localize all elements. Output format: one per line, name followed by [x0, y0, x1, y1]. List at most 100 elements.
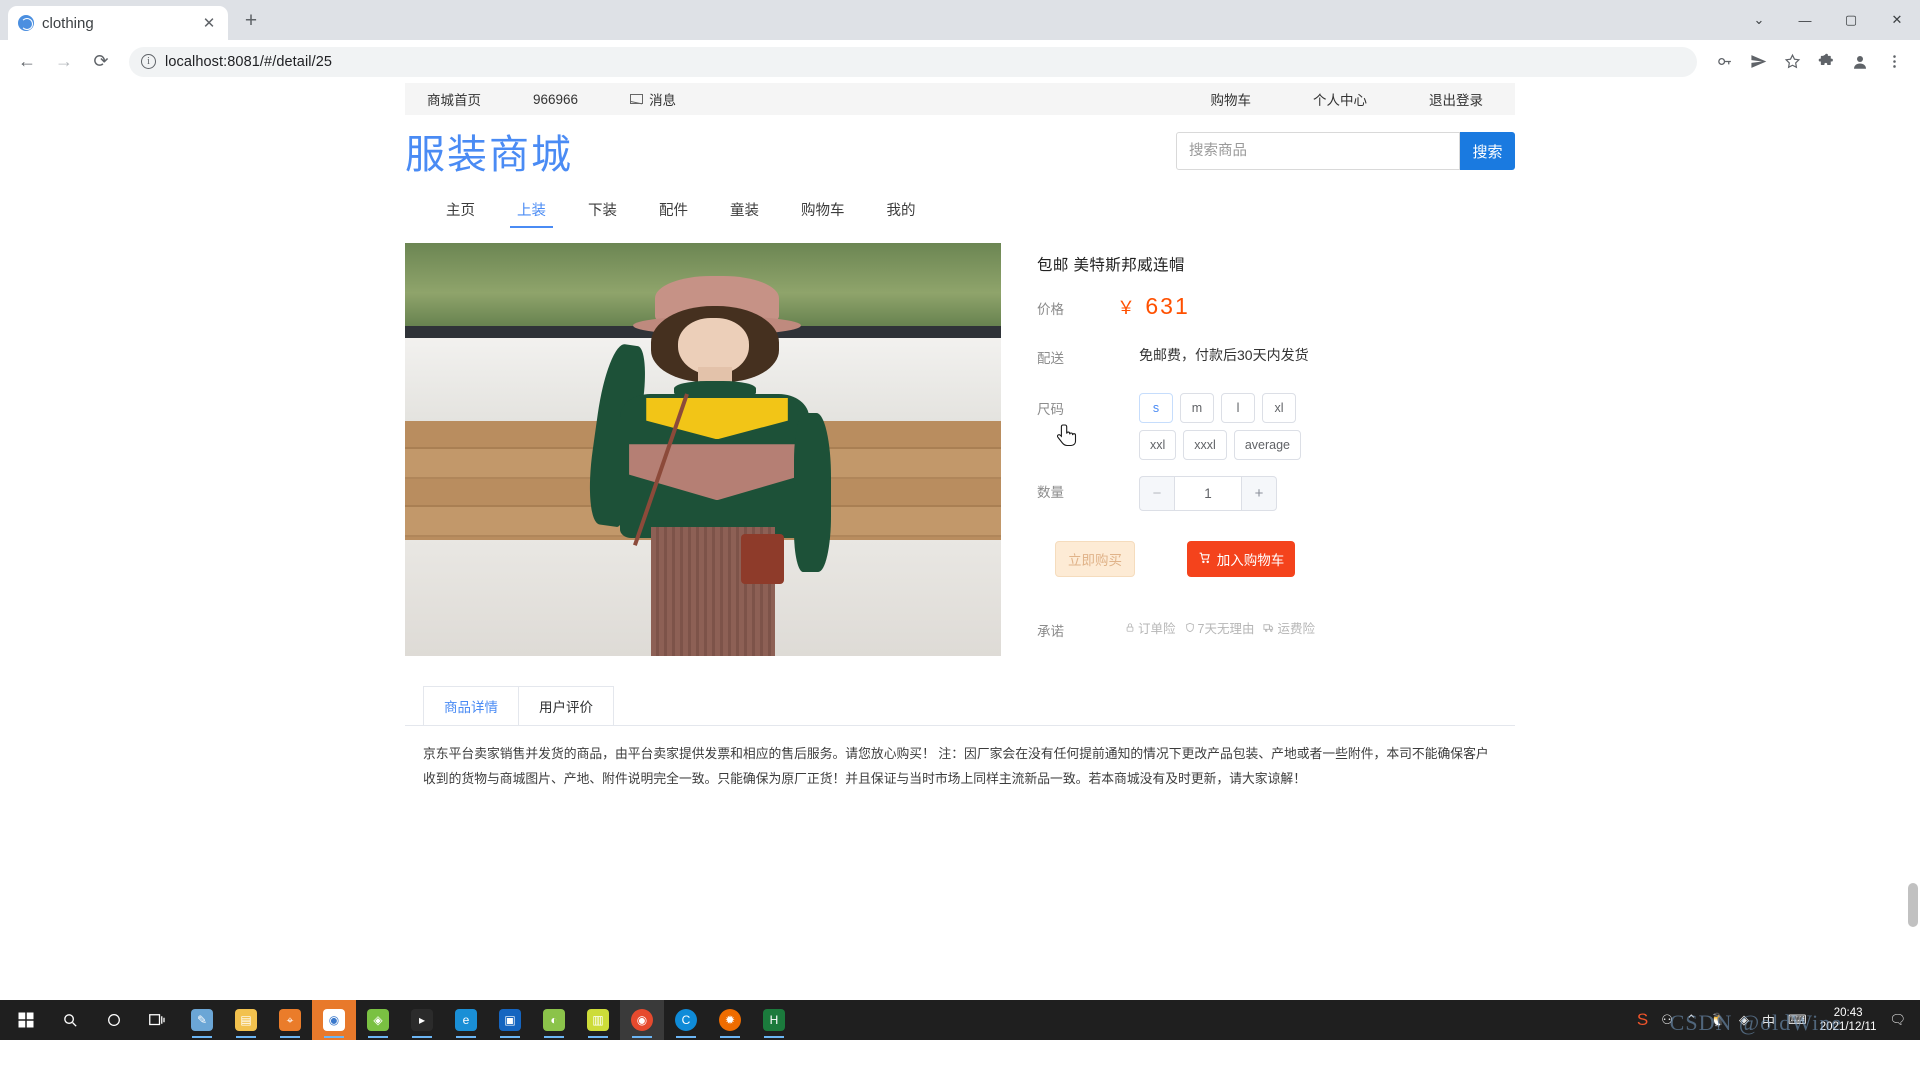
hbuilder-icon[interactable]: H — [752, 1000, 796, 1040]
size-option-xxl[interactable]: xxl — [1139, 430, 1177, 460]
tab-product-detail[interactable]: 商品详情 — [423, 686, 519, 725]
chevron-up-icon[interactable]: ⌃ — [1686, 1012, 1697, 1028]
product-actions: 立即购买 加入购物车 — [1037, 541, 1515, 577]
menu-icon[interactable] — [1878, 46, 1910, 78]
product-photo — [405, 243, 1001, 656]
start-button[interactable] — [4, 1000, 48, 1040]
extensions-icon[interactable] — [1810, 46, 1842, 78]
close-window-button[interactable]: ✕ — [1874, 0, 1920, 40]
topnav-item-cart[interactable]: 购物车 — [1211, 89, 1252, 109]
tab-accessories[interactable]: 配件 — [638, 187, 709, 231]
qq-icon[interactable]: 🐧 — [1710, 1012, 1726, 1028]
tab-cart[interactable]: 购物车 — [780, 187, 866, 231]
site-topnav: 商城首页 966966 消息 购物车 个人中心 退出登录 — [405, 83, 1515, 115]
browser-toolbar: ← → ⟳ i localhost:8081/#/detail/25 — [0, 40, 1920, 83]
ime-icon[interactable]: 中 — [1762, 1011, 1775, 1030]
currency-symbol: ￥ — [1117, 298, 1137, 318]
page-container: 商城首页 966966 消息 购物车 个人中心 退出登录 服装商城 搜索商品 搜… — [405, 83, 1515, 792]
topnav-item-logout[interactable]: 退出登录 — [1429, 89, 1483, 109]
cortana-icon[interactable] — [92, 1000, 136, 1040]
price-amount: 631 — [1145, 293, 1190, 319]
add-to-cart-label: 加入购物车 — [1216, 553, 1285, 568]
tab-kids[interactable]: 童装 — [709, 187, 780, 231]
tab-home[interactable]: 主页 — [425, 187, 496, 231]
vm-icon[interactable]: ▣ — [488, 1000, 532, 1040]
toolbar-icons — [1708, 46, 1910, 78]
size-option-average[interactable]: average — [1233, 430, 1301, 460]
profile-icon[interactable] — [1844, 46, 1876, 78]
mint-icon[interactable]: ◐ — [532, 1000, 576, 1040]
key-icon[interactable] — [1708, 46, 1740, 78]
edge-icon[interactable]: C — [664, 1000, 708, 1040]
tab-mine[interactable]: 我的 — [866, 187, 937, 231]
size-option-xl[interactable]: xl — [1262, 393, 1296, 423]
maximize-button[interactable]: ▢ — [1828, 0, 1874, 40]
quantity-decrease-button[interactable]: − — [1139, 476, 1174, 511]
browser-tab[interactable]: clothing ✕ — [8, 6, 228, 40]
quantity-label: 数量 — [1037, 485, 1064, 500]
product-image[interactable] — [405, 243, 1001, 656]
size-option-m[interactable]: m — [1180, 393, 1214, 423]
search-icon[interactable] — [48, 1000, 92, 1040]
action-center-icon[interactable]: 🗨 — [1889, 1012, 1906, 1028]
product-description: 京东平台卖家销售并发货的商品，由平台卖家提供发票和相应的售后服务。请您放心购买！… — [423, 746, 1489, 786]
idea-icon[interactable]: ◉ — [312, 1000, 356, 1040]
edge-legacy-icon[interactable]: e — [444, 1000, 488, 1040]
promise-label: 承诺 — [1037, 624, 1064, 639]
locate-icon[interactable]: ⌖ — [268, 1000, 312, 1040]
size-option-s[interactable]: s — [1139, 393, 1173, 423]
terminal-icon[interactable]: ▸ — [400, 1000, 444, 1040]
minimize-button[interactable]: — — [1782, 0, 1828, 40]
buy-now-button[interactable]: 立即购买 — [1055, 541, 1135, 577]
star-icon[interactable] — [1776, 46, 1808, 78]
taskview-icon[interactable] — [136, 1000, 180, 1040]
wifi-icon[interactable]: ◈ — [1739, 1012, 1749, 1028]
chrome-icon[interactable]: ◉ — [620, 1000, 664, 1040]
navicat-icon[interactable]: ◈ — [356, 1000, 400, 1040]
search-button[interactable]: 搜索 — [1460, 132, 1515, 170]
product-title: 包邮 美特斯邦威连帽 — [1037, 257, 1185, 274]
topnav-item-home[interactable]: 商城首页 — [427, 89, 481, 109]
browser-window: clothing ✕ + ⌄ — ▢ ✕ ← → ⟳ i localhost:8… — [0, 0, 1920, 1040]
back-button[interactable]: ← — [10, 45, 44, 79]
sogou-icon[interactable]: S — [1637, 1010, 1648, 1030]
price-value: ￥ 631 — [1101, 293, 1190, 320]
new-tab-button[interactable]: + — [234, 4, 268, 38]
wps-icon[interactable]: ▥ — [576, 1000, 620, 1040]
forward-button[interactable]: → — [47, 45, 81, 79]
close-icon[interactable]: ✕ — [200, 14, 218, 32]
truck-icon — [1263, 624, 1274, 632]
keyboard-icon[interactable]: ⌨ — [1788, 1012, 1807, 1028]
page-scrollbar[interactable] — [1908, 883, 1918, 927]
site-logo[interactable]: 服装商城 — [405, 122, 573, 180]
page-viewport: 商城首页 966966 消息 购物车 个人中心 退出登录 服装商城 搜索商品 搜… — [0, 83, 1920, 1040]
firefox-icon[interactable]: ✹ — [708, 1000, 752, 1040]
quantity-stepper: − 1 + — [1101, 476, 1277, 511]
reload-button[interactable]: ⟳ — [84, 45, 118, 79]
topnav-item-account[interactable]: 个人中心 — [1313, 89, 1367, 109]
share-icon[interactable]: ⚇ — [1661, 1012, 1673, 1028]
tab-tops[interactable]: 上装 — [496, 187, 567, 231]
size-option-xxxl[interactable]: xxxl — [1183, 430, 1227, 460]
system-tray: S ⚇ ⌃ 🐧 ◈ 中 ⌨ 20:43 2021/12/11 🗨 — [1637, 1006, 1916, 1035]
add-to-cart-button[interactable]: 加入购物车 — [1187, 541, 1295, 577]
globe-icon — [18, 15, 34, 31]
notes-icon[interactable]: ✎ — [180, 1000, 224, 1040]
topnav-item-messages[interactable]: 消息 — [630, 89, 676, 109]
taskbar-clock[interactable]: 20:43 2021/12/11 — [1820, 1006, 1877, 1035]
chevron-down-icon[interactable]: ⌄ — [1736, 0, 1782, 40]
tab-user-reviews[interactable]: 用户评价 — [518, 686, 614, 725]
address-bar[interactable]: i localhost:8081/#/detail/25 — [129, 46, 1697, 77]
size-row: 尺码 s m l xl xxl xxxl average — [1037, 393, 1515, 460]
cart-icon — [1198, 551, 1211, 567]
search-input[interactable] — [1176, 132, 1460, 170]
quantity-value[interactable]: 1 — [1174, 476, 1242, 511]
topnav-item-phone[interactable]: 966966 — [533, 92, 578, 107]
price-row: 价格 ￥ 631 — [1037, 293, 1515, 320]
explorer-icon[interactable]: ▤ — [224, 1000, 268, 1040]
site-info-icon[interactable]: i — [141, 54, 156, 69]
size-option-l[interactable]: l — [1221, 393, 1255, 423]
quantity-increase-button[interactable]: + — [1242, 476, 1277, 511]
send-icon[interactable] — [1742, 46, 1774, 78]
tab-bottoms[interactable]: 下装 — [567, 187, 638, 231]
